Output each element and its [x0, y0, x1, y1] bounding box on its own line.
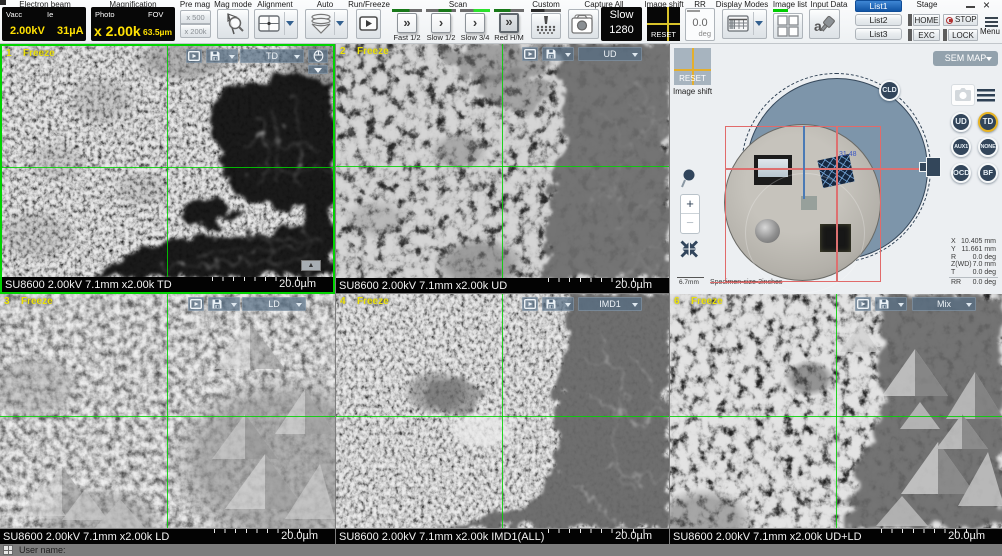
svg-text:a: a	[814, 18, 822, 34]
